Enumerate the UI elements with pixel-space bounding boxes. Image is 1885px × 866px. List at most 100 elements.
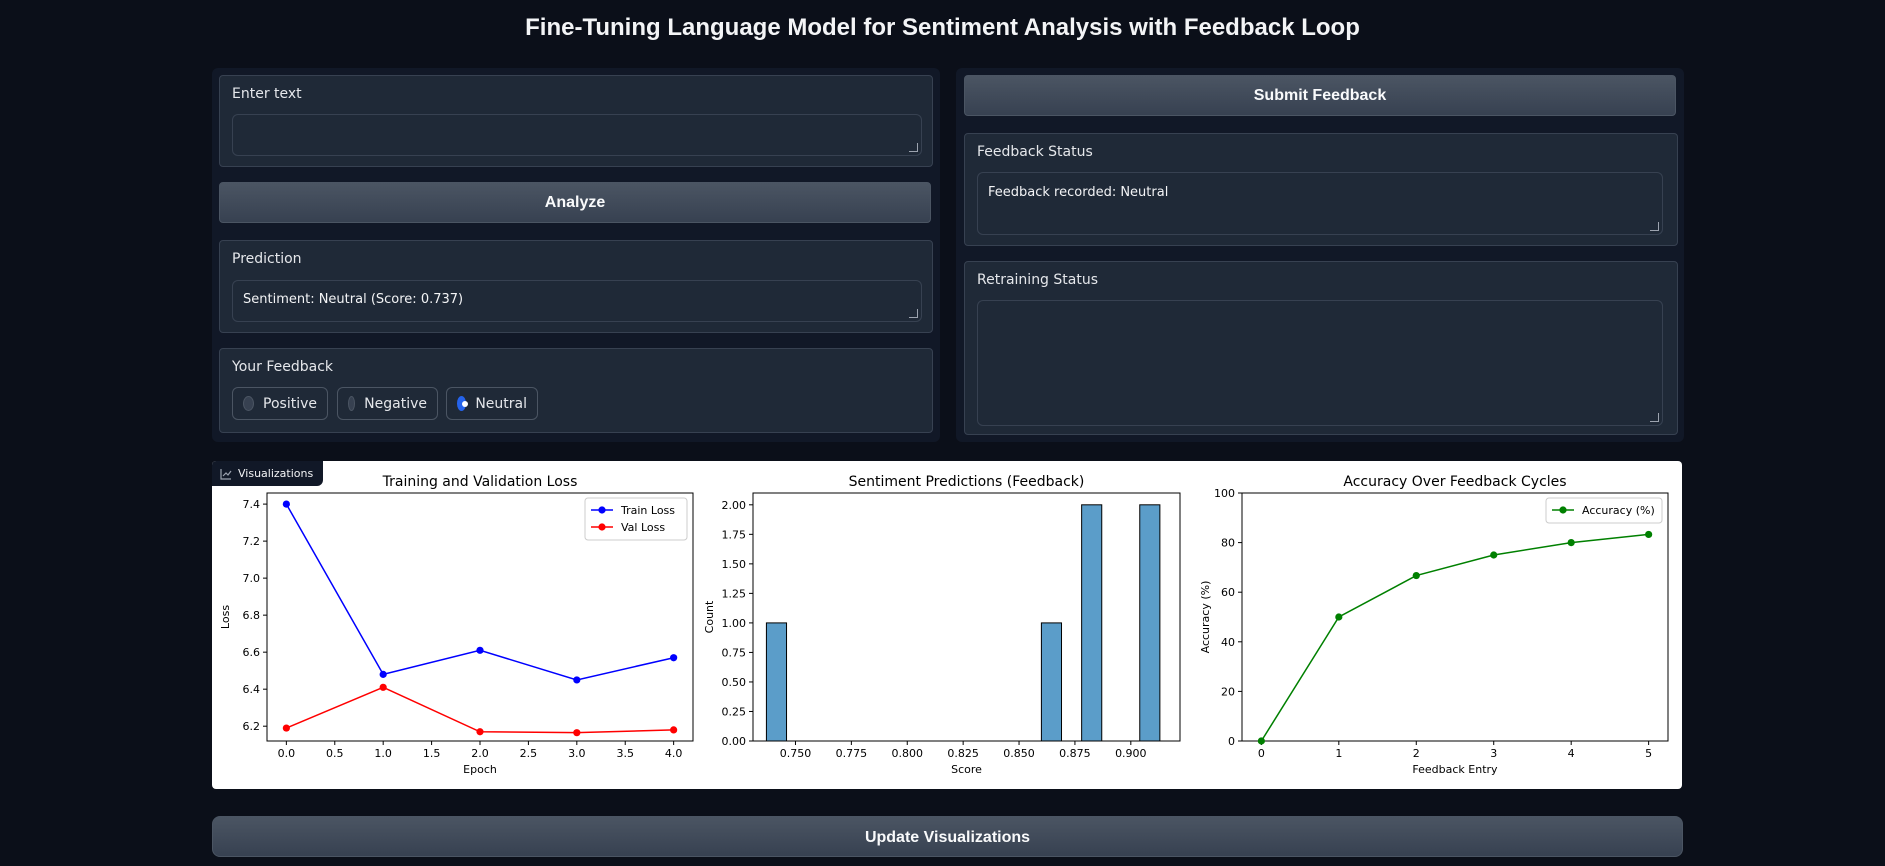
chart0-series-point (379, 683, 387, 691)
chart0-title: Training and Validation Loss (382, 474, 578, 490)
chart2-x-tick-label: 1 (1335, 747, 1342, 760)
chart0-y-tick-label: 7.2 (243, 535, 261, 548)
resize-handle-icon[interactable] (1650, 222, 1659, 231)
chart0-x-tick-label: 1.5 (423, 747, 441, 760)
chart0-x-tick-label: 4.0 (665, 747, 683, 760)
feedback-label: Your Feedback (232, 359, 334, 375)
chart0-series-point (573, 676, 581, 684)
chart0-y-tick-label: 7.4 (243, 498, 261, 511)
prediction-block: Prediction Sentiment: Neutral (Score: 0.… (219, 240, 933, 333)
chart2-series-point (1412, 571, 1420, 580)
resize-handle-icon[interactable] (909, 309, 918, 318)
chart2-y-tick-label: 60 (1221, 586, 1235, 599)
radio-positive[interactable]: Positive (232, 387, 328, 420)
chart1-y-tick-label: 1.00 (722, 617, 747, 630)
chart1-y-axis-label: Count (703, 600, 716, 633)
input-panel: Enter text Analyze Prediction Sentiment:… (212, 68, 940, 442)
chart2-y-tick-label: 20 (1221, 685, 1235, 698)
chart0-x-tick-label: 3.0 (568, 747, 586, 760)
chart1-y-tick-label: 1.50 (722, 558, 747, 571)
chart2-series-point (1645, 530, 1653, 539)
feedback-status-output[interactable]: Feedback recorded: Neutral (977, 172, 1663, 235)
chart0-series-point (573, 729, 581, 737)
chart1-y-tick-label: 1.25 (722, 587, 747, 600)
text-input-block: Enter text (219, 75, 933, 167)
chart1-bar (1139, 504, 1161, 742)
chart0-series-line (286, 686, 674, 734)
chart1-y-tick-label: 0.75 (722, 646, 747, 659)
radio-circle-icon (243, 396, 255, 411)
chart2-x-tick-label: 0 (1258, 747, 1265, 760)
chart2-x-tick-label: 5 (1645, 747, 1652, 760)
feedback-status-text: Feedback recorded: Neutral (988, 185, 1169, 200)
chart1-x-tick-label: 0.875 (1059, 747, 1091, 760)
chart1-bar (1040, 622, 1063, 742)
visualizations-tag: Visualizations (212, 461, 324, 486)
chart1-axes-frame (752, 492, 1181, 742)
chart0-series-point (282, 500, 290, 508)
prediction-text: Sentiment: Neutral (Score: 0.737) (243, 292, 464, 307)
chart2-y-tick-label: 80 (1221, 537, 1235, 550)
chart2-y-tick-label: 40 (1221, 636, 1235, 649)
text-input-label: Enter text (232, 86, 302, 102)
update-visualizations-button[interactable]: Update Visualizations (212, 816, 1683, 857)
chart0-legend-marker (598, 506, 606, 514)
chart0-series-point (670, 654, 678, 662)
retraining-status-output[interactable] (977, 300, 1663, 426)
chart2-series-point (1567, 539, 1575, 547)
chart0-legend-label: Val Loss (621, 521, 665, 534)
resize-handle-icon[interactable] (1650, 413, 1659, 422)
feedback-radio-group: Your Feedback Positive Negative Neutral (219, 348, 933, 433)
chart0-x-tick-label: 0.0 (278, 747, 296, 760)
chart1-title: Sentiment Predictions (Feedback) (849, 474, 1085, 490)
retraining-status-block: Retraining Status (964, 261, 1678, 435)
chart2-legend-marker (1559, 506, 1567, 514)
chart0-x-tick-label: 3.5 (616, 747, 634, 760)
chart2-title: Accuracy Over Feedback Cycles (1343, 474, 1566, 490)
chart0-y-tick-label: 6.8 (243, 609, 261, 622)
chart1-bar (1081, 504, 1103, 742)
chart1-y-tick-label: 1.75 (722, 528, 747, 541)
chart-icon (220, 468, 232, 480)
submit-feedback-button[interactable]: Submit Feedback (964, 75, 1676, 116)
text-input[interactable] (232, 114, 922, 156)
chart2-y-tick-label: 0 (1228, 735, 1235, 748)
chart0-x-tick-label: 2.0 (471, 747, 489, 760)
feedback-status-label: Feedback Status (977, 144, 1093, 160)
chart0-y-tick-label: 6.2 (243, 720, 261, 733)
radio-circle-icon (348, 396, 356, 411)
page-title: Fine-Tuning Language Model for Sentiment… (525, 14, 1360, 41)
chart1-y-tick-label: 2.00 (722, 499, 747, 512)
analyze-button[interactable]: Analyze (219, 182, 931, 223)
chart0-series-point (670, 726, 678, 734)
chart1-y-tick-label: 0.00 (722, 735, 747, 748)
chart2-y-axis-label: Accuracy (%) (1199, 581, 1212, 654)
chart2-series-point (1490, 551, 1498, 559)
feedback-status-block: Feedback Status Feedback recorded: Neutr… (964, 133, 1678, 246)
chart1-x-tick-label: 0.850 (1003, 747, 1035, 760)
chart1-y-tick-label: 0.25 (722, 705, 747, 718)
radio-negative[interactable]: Negative (337, 387, 438, 420)
chart1-x-tick-label: 0.750 (780, 747, 812, 760)
chart2-axes-frame (1241, 492, 1669, 742)
chart0-series-point (282, 724, 290, 732)
chart2-series-point (1257, 737, 1265, 745)
radio-neutral-label: Neutral (475, 395, 527, 412)
chart0-series-point (476, 728, 484, 736)
chart2-legend-label: Accuracy (%) (1582, 504, 1655, 517)
chart2-x-axis-label: Feedback Entry (1412, 763, 1498, 776)
charts-figure: Training and Validation Loss 0.0 0.5 1.0 1.5… (219, 474, 1669, 776)
chart1-x-tick-label: 0.775 (836, 747, 868, 760)
radio-positive-label: Positive (263, 395, 317, 412)
chart0-y-axis-label: Loss (219, 605, 232, 629)
resize-handle-icon[interactable] (909, 143, 918, 152)
visualizations-tag-label: Visualizations (238, 467, 314, 480)
prediction-label: Prediction (232, 251, 302, 267)
chart2-y-tick-label: 100 (1214, 487, 1235, 500)
chart1-x-tick-label: 0.800 (892, 747, 924, 760)
radio-negative-label: Negative (364, 395, 427, 412)
radio-neutral[interactable]: Neutral (446, 387, 538, 420)
prediction-output[interactable]: Sentiment: Neutral (Score: 0.737) (232, 280, 922, 322)
chart2-x-tick-label: 2 (1413, 747, 1420, 760)
chart1-x-axis-label: Score (951, 763, 982, 776)
